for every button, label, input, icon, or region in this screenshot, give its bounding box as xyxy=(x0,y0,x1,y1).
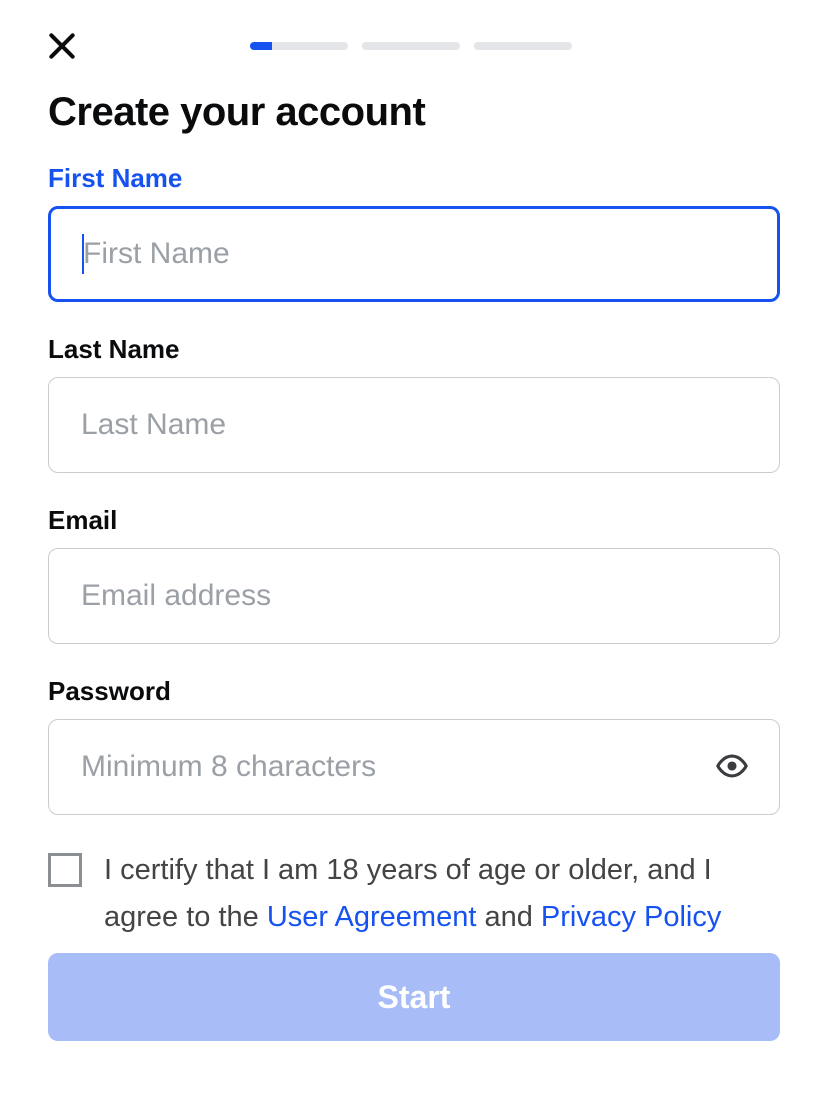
field-password: Password xyxy=(48,676,780,815)
page-title: Create your account xyxy=(48,90,780,135)
last-name-input[interactable] xyxy=(48,377,780,473)
first-name-label: First Name xyxy=(48,163,780,194)
password-label: Password xyxy=(48,676,780,707)
consent-text: I certify that I am 18 years of age or o… xyxy=(104,847,780,941)
consent-row: I certify that I am 18 years of age or o… xyxy=(48,847,780,941)
last-name-label: Last Name xyxy=(48,334,780,365)
progress-step-1-fill xyxy=(250,42,272,50)
password-input[interactable] xyxy=(48,719,780,815)
email-label: Email xyxy=(48,505,780,536)
field-last-name: Last Name xyxy=(48,334,780,473)
privacy-policy-link[interactable]: Privacy Policy xyxy=(541,901,722,933)
eye-icon xyxy=(715,749,749,786)
first-name-input[interactable] xyxy=(48,206,780,302)
text-caret xyxy=(82,234,84,274)
start-button[interactable]: Start xyxy=(48,953,780,1041)
close-icon xyxy=(46,30,78,62)
field-email: Email xyxy=(48,505,780,644)
close-button[interactable] xyxy=(42,26,82,66)
progress-step-2 xyxy=(362,42,460,50)
progress-step-3 xyxy=(474,42,572,50)
consent-text-part2: and xyxy=(476,901,541,933)
progress-steps xyxy=(82,42,740,50)
email-input[interactable] xyxy=(48,548,780,644)
toggle-password-visibility-button[interactable] xyxy=(710,745,754,789)
user-agreement-link[interactable]: User Agreement xyxy=(267,901,477,933)
consent-checkbox[interactable] xyxy=(48,853,82,887)
top-bar xyxy=(48,26,780,66)
progress-step-1 xyxy=(250,42,348,50)
field-first-name: First Name xyxy=(48,163,780,302)
